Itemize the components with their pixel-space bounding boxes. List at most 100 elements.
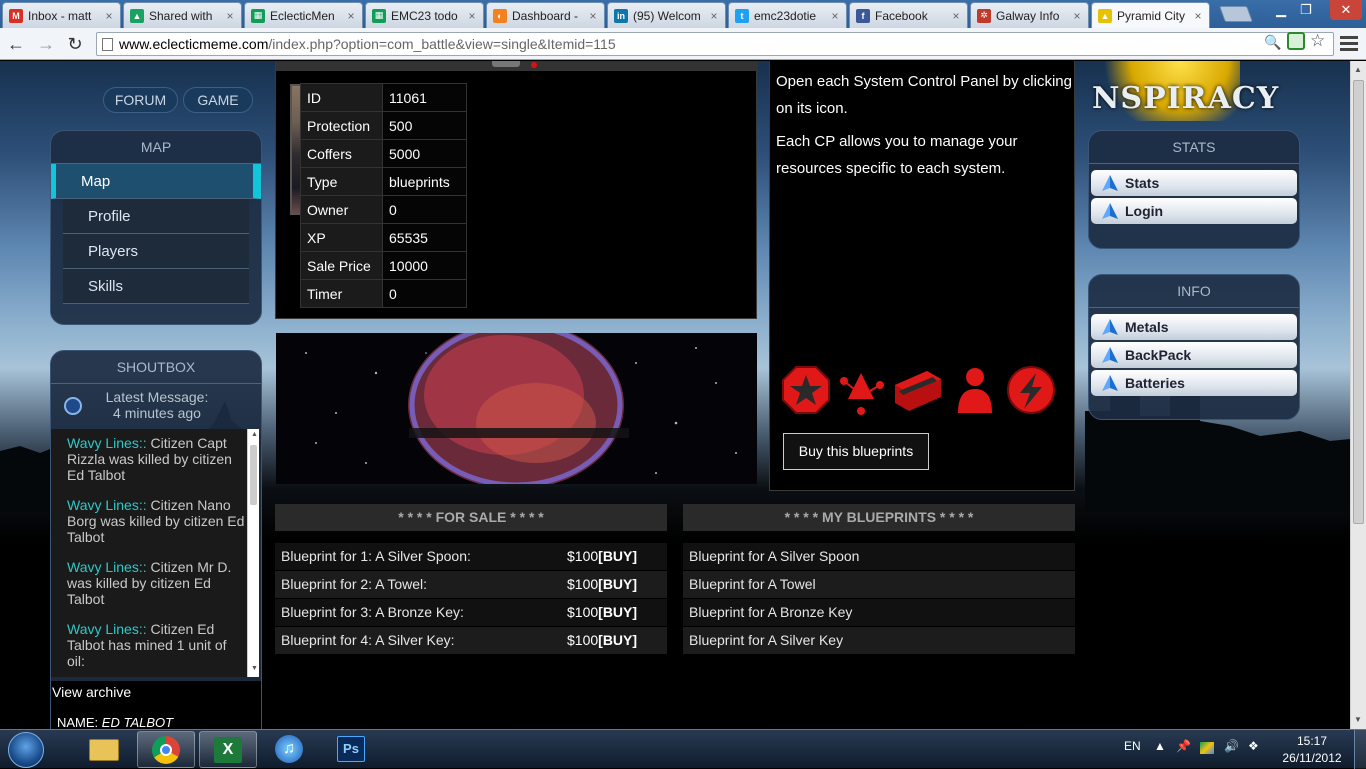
language-indicator[interactable]: EN	[1124, 739, 1141, 753]
shout-author[interactable]: Wavy Lines::	[67, 621, 147, 637]
browser-tab[interactable]: ▦ EclecticMen ×	[244, 2, 363, 28]
browser-tab[interactable]: ▲ Pyramid City ×	[1091, 2, 1210, 28]
buy-blueprints-button[interactable]: Buy this blueprints	[783, 433, 929, 470]
tab-close-icon[interactable]: ×	[828, 9, 842, 23]
sidebar-item-profile[interactable]: Profile	[63, 199, 249, 234]
page-scroll-down-icon[interactable]: ▼	[1354, 715, 1362, 724]
shout-author[interactable]: Wavy Lines::	[67, 435, 147, 451]
page-viewport: NSPIRACY FORUM GAME MAP Map Profile Player…	[0, 61, 1350, 729]
tab-close-icon[interactable]: ×	[707, 9, 721, 23]
browser-tab[interactable]: ✲ Galway Info ×	[970, 2, 1089, 28]
battery-icon[interactable]	[893, 365, 943, 415]
star-octagon-icon[interactable]	[781, 365, 831, 415]
volume-icon[interactable]: 🔊	[1224, 739, 1239, 753]
sidebar-item-players[interactable]: Players	[63, 234, 249, 269]
my-blueprint-row[interactable]: Blueprint for A Bronze Key	[683, 599, 1075, 626]
view-archive-link[interactable]: View archive	[52, 684, 131, 700]
explorer-taskbar-icon[interactable]	[75, 731, 133, 768]
page-scrollbar[interactable]: ▲ ▼	[1350, 61, 1366, 729]
forward-button[interactable]: →	[34, 32, 58, 56]
tab-favicon-icon: ◐	[493, 8, 507, 23]
sidebar-item-metals[interactable]: Metals	[1091, 314, 1297, 340]
buy-link[interactable]: [BUY]	[598, 604, 637, 620]
sidebar-item-login[interactable]: Login	[1091, 198, 1297, 224]
table-row: XP 65535	[300, 223, 467, 252]
reload-button[interactable]: ↻	[63, 32, 87, 56]
tab-close-icon[interactable]: ×	[586, 9, 600, 23]
minimize-icon[interactable]: ▁	[1276, 2, 1286, 18]
show-hidden-icons-icon[interactable]: ▲	[1154, 739, 1166, 753]
browser-tab[interactable]: ▲ Shared with ×	[123, 2, 242, 28]
sidebar-item-skills[interactable]: Skills	[63, 269, 249, 304]
tab-close-icon[interactable]: ×	[949, 9, 963, 23]
clock-time[interactable]: 15:17	[1282, 734, 1342, 748]
tab-close-icon[interactable]: ×	[223, 9, 237, 23]
scroll-down-icon[interactable]: ▼	[251, 665, 258, 672]
page-scroll-thumb[interactable]	[1353, 80, 1364, 524]
back-button[interactable]: ←	[4, 32, 28, 56]
shoutbox-scroll-thumb[interactable]	[250, 445, 257, 505]
shout-author[interactable]: Wavy Lines::	[67, 559, 147, 575]
name-label: NAME:	[57, 715, 99, 729]
browser-tab[interactable]: in (95) Welcom ×	[607, 2, 726, 28]
browser-tab[interactable]: t emc23dotie ×	[728, 2, 847, 28]
browser-tab[interactable]: f Facebook ×	[849, 2, 968, 28]
tab-favicon-icon: in	[614, 8, 628, 23]
menu-icon[interactable]	[1340, 36, 1358, 52]
sidebar-item-batteries[interactable]: Batteries	[1091, 370, 1297, 396]
sidebar-item-map[interactable]: Map	[51, 164, 261, 199]
tab-favicon-icon: M	[9, 8, 23, 23]
maximize-icon[interactable]: ❐	[1300, 2, 1312, 18]
address-bar[interactable]: www.eclecticmeme.com/index.php?option=co…	[96, 32, 1334, 56]
lightning-icon[interactable]	[1006, 365, 1056, 415]
dropbox-icon[interactable]: ❖	[1248, 739, 1259, 753]
windows-taskbar: X ♫ Ps EN ▲ 📌 🔊 ❖ 15:17 26/11/2012	[0, 729, 1366, 769]
scroll-up-icon[interactable]: ▲	[251, 431, 258, 438]
table-row: Sale Price 10000	[300, 251, 467, 280]
browser-tab[interactable]: M Inbox - matt ×	[2, 2, 121, 28]
itunes-taskbar-icon[interactable]: ♫	[261, 731, 319, 768]
show-desktop-button[interactable]	[1354, 730, 1366, 769]
control-panel-box	[769, 61, 1075, 491]
buy-link[interactable]: [BUY]	[598, 548, 637, 564]
new-tab-button[interactable]	[1219, 6, 1253, 22]
photoshop-taskbar-icon[interactable]: Ps	[323, 731, 381, 768]
shoutbox-messages[interactable]: Wavy Lines:: Citizen Capt Rizzla was kil…	[51, 429, 251, 677]
shout-author[interactable]: Wavy Lines::	[67, 497, 147, 513]
page-scroll-up-icon[interactable]: ▲	[1354, 65, 1362, 74]
drive-icon[interactable]	[1200, 742, 1214, 754]
tab-label: (95) Welcom	[633, 8, 701, 23]
stats-panel-title: STATS	[1089, 131, 1299, 164]
tab-close-icon[interactable]: ×	[1191, 9, 1205, 23]
excel-taskbar-icon[interactable]: X	[199, 731, 257, 768]
forum-nav-button[interactable]: FORUM	[103, 87, 178, 113]
tab-close-icon[interactable]: ×	[102, 9, 116, 23]
sidebar-item-stats[interactable]: Stats	[1091, 170, 1297, 196]
browser-tab[interactable]: ▦ EMC23 todo ×	[365, 2, 484, 28]
bookmark-star-icon[interactable]: ☆	[1310, 31, 1325, 51]
extension-icon[interactable]	[1287, 32, 1305, 50]
tab-favicon-icon: ▦	[372, 8, 386, 23]
close-window-icon[interactable]: ✕	[1330, 0, 1362, 20]
shoutbox-scrollbar[interactable]: ▲ ▼	[247, 429, 259, 677]
browser-tab[interactable]: ◐ Dashboard - ×	[486, 2, 605, 28]
person-icon[interactable]	[950, 365, 1000, 415]
clock-date[interactable]: 26/11/2012	[1282, 751, 1342, 765]
stat-value: blueprints	[382, 167, 467, 196]
stat-key: Protection	[300, 111, 383, 140]
tab-close-icon[interactable]: ×	[465, 9, 479, 23]
my-blueprint-row[interactable]: Blueprint for A Towel	[683, 571, 1075, 598]
start-button[interactable]	[8, 732, 44, 768]
sidebar-item-backpack[interactable]: BackPack	[1091, 342, 1297, 368]
zoom-icon[interactable]: 🔍	[1264, 34, 1281, 51]
my-blueprint-row[interactable]: Blueprint for A Silver Spoon	[683, 543, 1075, 570]
chrome-taskbar-icon[interactable]	[137, 731, 195, 768]
pin-icon[interactable]: 📌	[1176, 739, 1191, 753]
tab-close-icon[interactable]: ×	[1070, 9, 1084, 23]
buy-link[interactable]: [BUY]	[598, 576, 637, 592]
my-blueprint-row[interactable]: Blueprint for A Silver Key	[683, 627, 1075, 654]
molecule-icon[interactable]	[836, 365, 886, 415]
game-nav-button[interactable]: GAME	[183, 87, 253, 113]
tab-close-icon[interactable]: ×	[344, 9, 358, 23]
buy-link[interactable]: [BUY]	[598, 632, 637, 648]
